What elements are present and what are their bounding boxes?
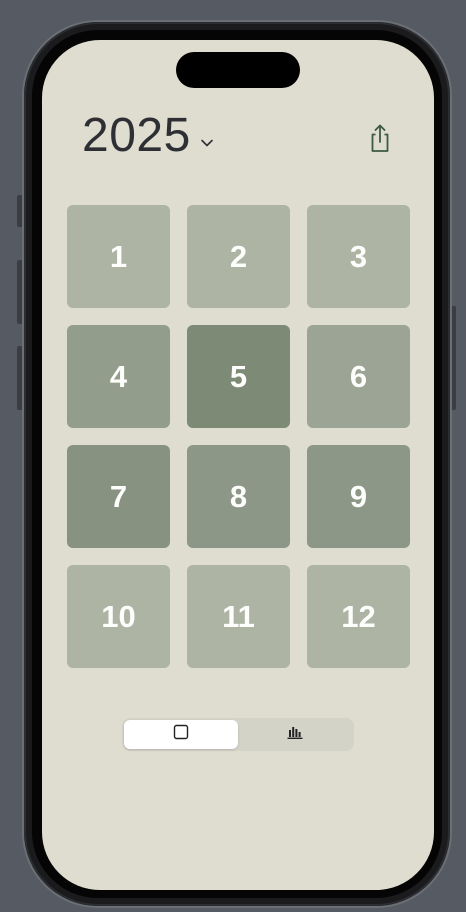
month-tile[interactable]: 7 <box>67 445 170 548</box>
volume-down-button <box>17 346 23 410</box>
power-button <box>450 306 456 410</box>
month-grid: 1 2 3 4 5 6 7 8 9 10 11 12 <box>67 205 410 668</box>
month-tile[interactable]: 12 <box>307 565 410 668</box>
month-label: 3 <box>349 238 368 274</box>
chevron-down-icon <box>199 135 215 164</box>
month-label: 2 <box>229 238 248 274</box>
volume-up-button <box>17 260 23 324</box>
month-label: 7 <box>109 478 128 514</box>
dynamic-island <box>176 52 300 88</box>
year-label: 2025 <box>82 109 191 162</box>
month-tile[interactable]: 3 <box>307 205 410 308</box>
month-tile[interactable]: 4 <box>67 325 170 428</box>
share-icon <box>364 124 396 158</box>
year-selector[interactable]: 2025 <box>82 108 215 164</box>
month-label: 6 <box>349 358 368 394</box>
month-label: 5 <box>229 358 248 394</box>
month-label: 10 <box>101 598 136 634</box>
month-label: 1 <box>109 238 128 274</box>
month-tile[interactable]: 11 <box>187 565 290 668</box>
month-label: 12 <box>341 598 376 634</box>
square-icon <box>172 723 190 746</box>
month-tile[interactable]: 5 <box>187 325 290 428</box>
view-mode-segmented-control <box>122 718 354 751</box>
month-tile[interactable]: 1 <box>67 205 170 308</box>
grid-view-segment[interactable] <box>124 720 238 749</box>
month-tile[interactable]: 8 <box>187 445 290 548</box>
month-label: 11 <box>222 598 255 634</box>
chart-view-segment[interactable] <box>238 720 352 749</box>
action-button <box>17 195 23 227</box>
share-button[interactable] <box>364 122 396 154</box>
month-tile[interactable]: 6 <box>307 325 410 428</box>
month-tile[interactable]: 2 <box>187 205 290 308</box>
month-label: 4 <box>109 358 128 394</box>
month-label: 8 <box>229 478 248 514</box>
bar-chart-icon <box>286 723 304 746</box>
month-tile[interactable]: 9 <box>307 445 410 548</box>
month-label: 9 <box>349 478 368 514</box>
month-tile[interactable]: 10 <box>67 565 170 668</box>
